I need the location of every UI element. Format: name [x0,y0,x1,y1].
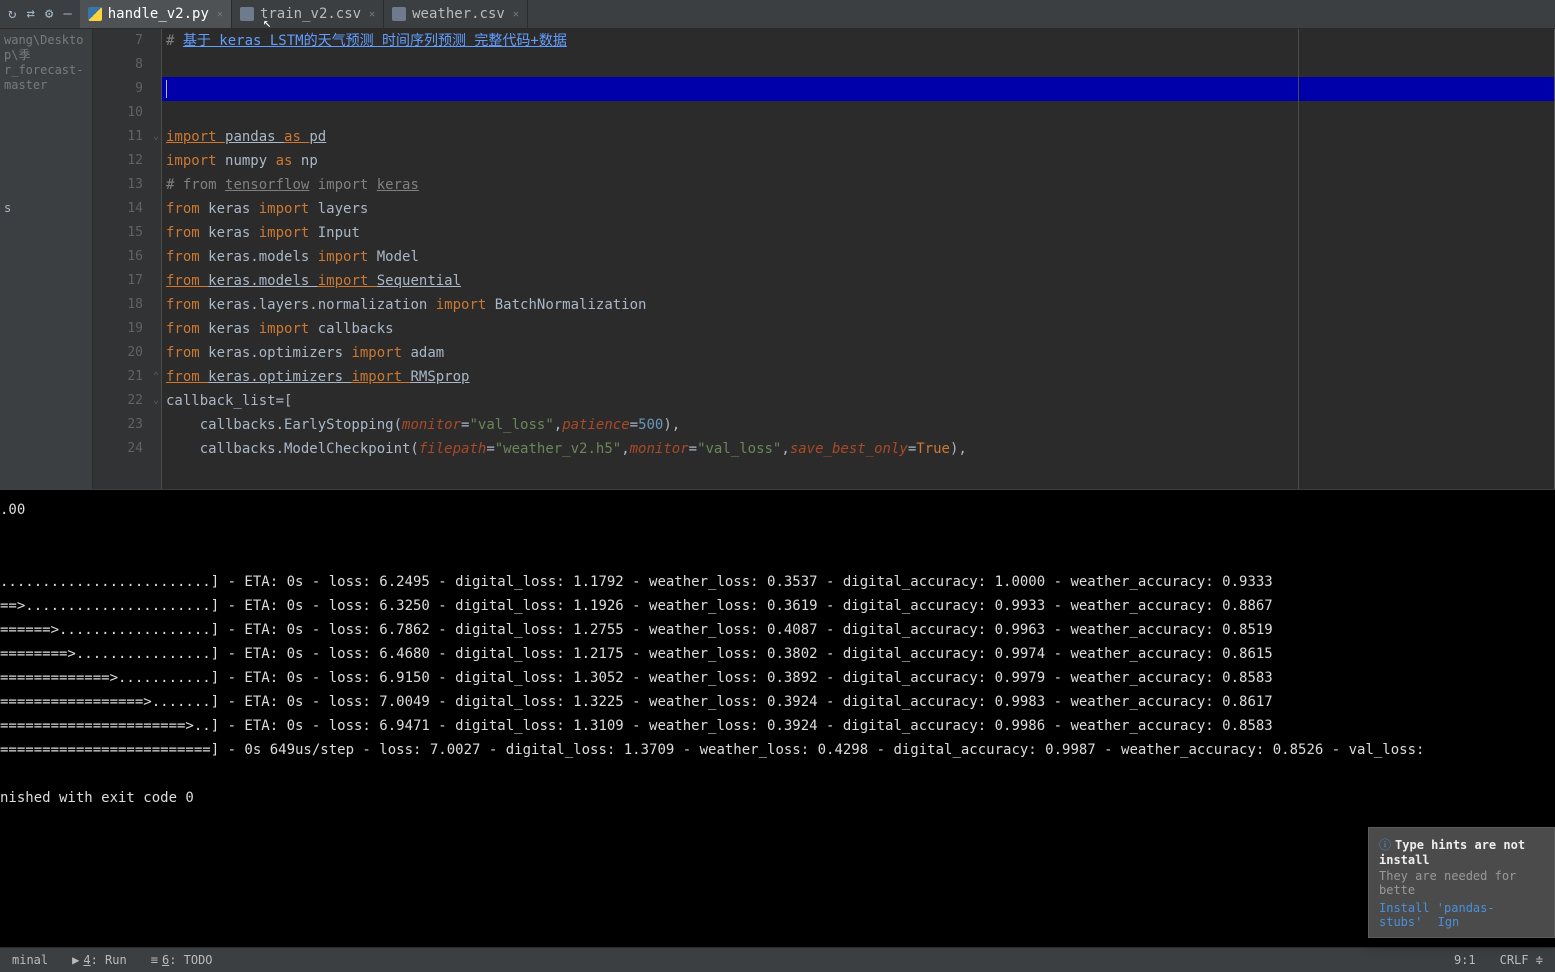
line-number[interactable]: 24 [93,437,161,461]
sync-icon[interactable]: ↻ [8,6,16,22]
fold-open-icon[interactable]: ⌄ [153,389,159,413]
line-number[interactable]: 8 [93,53,161,77]
project-path: wang\Desktop\季 r_forecast-master [0,29,92,97]
code-line[interactable]: from keras import callbacks [162,317,1554,341]
code-line[interactable]: from keras.models import Model [162,245,1554,269]
line-number[interactable]: 22⌄ [93,389,161,413]
line-number[interactable]: 15 [93,221,161,245]
project-sidebar[interactable]: wang\Desktop\季 r_forecast-master s [0,29,93,489]
line-number[interactable]: 11⌄ [93,125,161,149]
notification-title: Type hints are not install [1379,838,1525,867]
sidebar-item[interactable]: s [0,197,92,219]
line-separator[interactable]: CRLF ≑ [1488,953,1555,967]
run-tool-button[interactable]: ▶ 4: Run [60,948,139,972]
top-bar: ↻ ⇄ ⚙ — handle_v2.py ✕ train_v2.csv ✕ we… [0,0,1555,29]
line-number[interactable]: 7 [93,29,161,53]
line-number[interactable]: 20 [93,341,161,365]
code-line[interactable] [162,77,1554,101]
tab-label: train_v2.csv [260,6,361,22]
python-file-icon [88,7,102,21]
line-number[interactable]: 12 [93,149,161,173]
line-number-gutter[interactable]: 7891011⌄12131415161718192021⌃22⌄2324 [93,29,162,489]
editor-row: wang\Desktop\季 r_forecast-master s 78910… [0,29,1555,489]
toolbar-icons: ↻ ⇄ ⚙ — [0,0,80,28]
code-line[interactable]: import numpy as np [162,149,1554,173]
code-line[interactable]: callbacks.EarlyStopping(monitor="val_los… [162,413,1554,437]
type-hints-notification[interactable]: ⓘType hints are not install They are nee… [1368,827,1555,938]
close-icon[interactable]: ✕ [217,9,223,20]
tab-weather-csv[interactable]: weather.csv ✕ [384,0,528,28]
console-output: .00 .........................] - ETA: 0s… [0,498,1555,810]
code-line[interactable]: # from tensorflow import keras [162,173,1554,197]
code-line[interactable]: from keras import Input [162,221,1554,245]
text-caret [166,80,167,98]
right-margin-guide [1298,29,1299,489]
fold-open-icon[interactable]: ⌄ [153,125,159,149]
editor-tabs: handle_v2.py ✕ train_v2.csv ✕ weather.cs… [80,0,528,28]
line-number[interactable]: 17 [93,269,161,293]
tab-handle-v2-py[interactable]: handle_v2.py ✕ [80,0,232,28]
line-number[interactable]: 16 [93,245,161,269]
fold-close-icon[interactable]: ⌃ [153,365,159,389]
code-line[interactable]: callbacks.ModelCheckpoint(filepath="weat… [162,437,1554,461]
notification-subtitle: They are needed for bette [1379,869,1544,897]
status-bar: minal ▶ 4: Run ≡ 6: TODO 9:1 CRLF ≑ [0,947,1555,972]
line-number[interactable]: 14 [93,197,161,221]
code-line[interactable]: from keras.models import Sequential [162,269,1554,293]
run-console[interactable]: .00 .........................] - ETA: 0s… [0,489,1555,947]
line-number[interactable]: 21⌃ [93,365,161,389]
csv-file-icon [240,7,254,21]
code-line[interactable]: import pandas as pd [162,125,1554,149]
code-line[interactable]: from keras import layers [162,197,1554,221]
todo-tool-button[interactable]: ≡ 6: TODO [139,948,225,972]
code-line[interactable] [162,53,1554,77]
code-line[interactable]: from keras.layers.normalization import B… [162,293,1554,317]
terminal-tool-button[interactable]: minal [0,948,60,972]
code-line[interactable]: callback_list=[ [162,389,1554,413]
tab-label: weather.csv [412,6,505,22]
info-icon: ⓘ [1379,838,1391,852]
caret-position[interactable]: 9:1 [1442,953,1488,967]
ignore-link[interactable]: Ign [1438,915,1460,929]
minimize-icon[interactable]: — [63,6,71,22]
play-icon: ▶ [72,953,79,967]
line-number[interactable]: 23 [93,413,161,437]
code-editor[interactable]: # 基于 keras LSTM的天气预测 时间序列预测 完整代码+数据 impor… [162,29,1555,489]
line-number[interactable]: 13 [93,173,161,197]
code-line[interactable]: # 基于 keras LSTM的天气预测 时间序列预测 完整代码+数据 [162,29,1554,53]
code-line[interactable]: from keras.optimizers import RMSprop [162,365,1554,389]
line-number[interactable]: 9 [93,77,161,101]
code-line[interactable] [162,101,1554,125]
list-icon: ≡ [151,953,158,967]
tab-train-v2-csv[interactable]: train_v2.csv ✕ [232,0,384,28]
line-number[interactable]: 19 [93,317,161,341]
swap-icon[interactable]: ⇄ [26,6,34,22]
tab-label: handle_v2.py [108,6,209,22]
close-icon[interactable]: ✕ [369,9,375,20]
line-number[interactable]: 10 [93,101,161,125]
close-icon[interactable]: ✕ [513,9,519,20]
gear-icon[interactable]: ⚙ [45,6,53,22]
line-number[interactable]: 18 [93,293,161,317]
install-pandas-stubs-link[interactable]: Install 'pandas-stubs' [1379,901,1495,929]
code-line[interactable]: from keras.optimizers import adam [162,341,1554,365]
csv-file-icon [392,7,406,21]
